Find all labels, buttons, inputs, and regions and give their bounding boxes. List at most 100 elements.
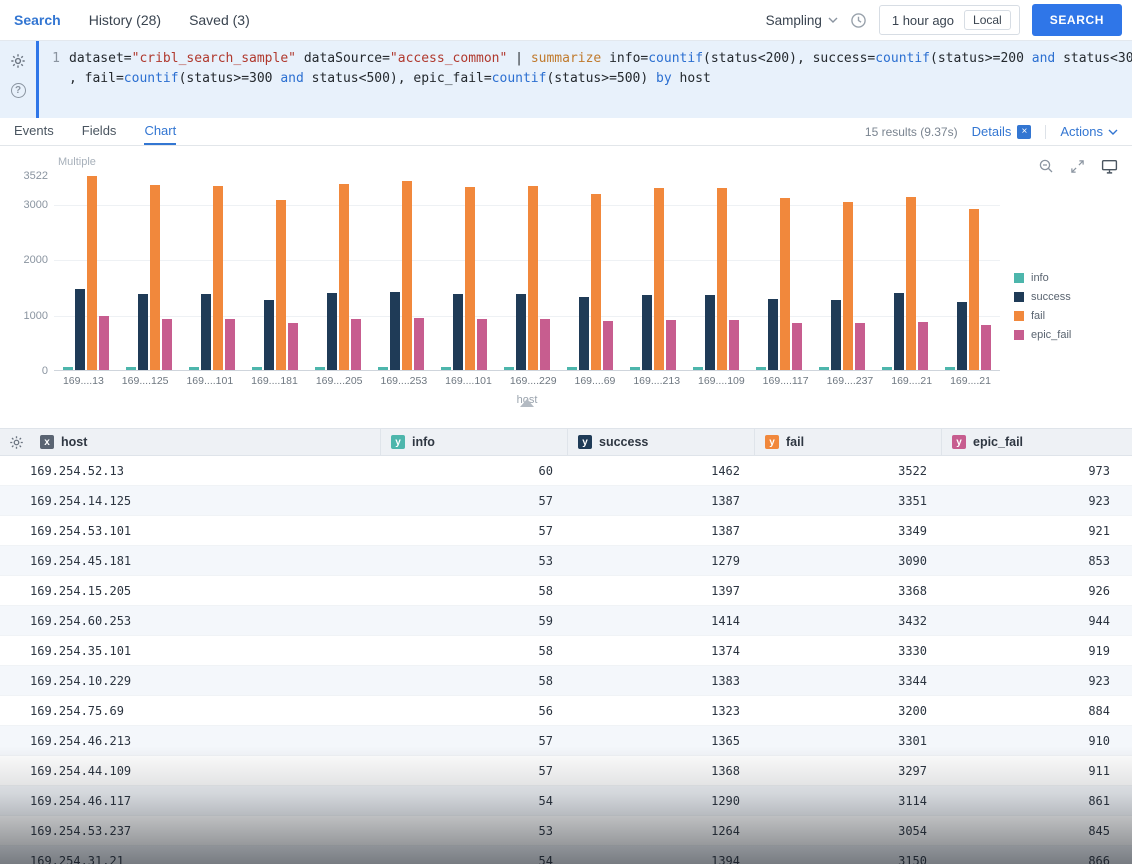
column-header-success[interactable]: ysuccess: [567, 429, 754, 455]
x-axis-label: 169....101: [186, 375, 233, 387]
bar-epic_fail[interactable]: [414, 318, 424, 370]
bar-epic_fail[interactable]: [603, 321, 613, 370]
column-header-epic_fail[interactable]: yepic_fail: [941, 429, 1132, 455]
display-settings-icon[interactable]: [1101, 159, 1118, 174]
tab-saved[interactable]: Saved (3): [189, 12, 250, 28]
tab-chart[interactable]: Chart: [144, 118, 176, 145]
legend-item-epic_fail[interactable]: epic_fail: [1014, 329, 1126, 341]
bar-info[interactable]: [126, 367, 136, 370]
bar-epic_fail[interactable]: [792, 323, 802, 370]
bar-info[interactable]: [189, 367, 199, 370]
help-icon[interactable]: ?: [11, 83, 26, 98]
bar-info[interactable]: [315, 367, 325, 370]
details-close-icon[interactable]: ×: [1017, 125, 1031, 139]
legend-item-success[interactable]: success: [1014, 291, 1126, 303]
bar-fail[interactable]: [969, 209, 979, 370]
details-toggle[interactable]: Details ×: [972, 124, 1032, 139]
value-cell: 57: [380, 494, 567, 508]
value-cell: 58: [380, 674, 567, 688]
bar-epic_fail[interactable]: [225, 319, 235, 370]
column-header-info[interactable]: yinfo: [380, 429, 567, 455]
tab-history[interactable]: History (28): [89, 12, 161, 28]
table-row: 169.254.75.695613233200884: [0, 696, 1132, 726]
bar-success[interactable]: [201, 294, 211, 370]
search-button[interactable]: SEARCH: [1032, 4, 1122, 36]
bar-fail[interactable]: [213, 186, 223, 370]
bar-fail[interactable]: [654, 188, 664, 370]
bar-epic_fail[interactable]: [729, 320, 739, 370]
bar-epic_fail[interactable]: [918, 322, 928, 370]
bar-epic_fail[interactable]: [540, 319, 550, 370]
timezone-toggle[interactable]: Local: [964, 10, 1011, 30]
table-header: xhostyinfoysuccessyfailyepic_fail: [0, 428, 1132, 456]
bar-success[interactable]: [138, 294, 148, 370]
bar-success[interactable]: [642, 295, 652, 370]
column-header-fail[interactable]: yfail: [754, 429, 941, 455]
bar-fail[interactable]: [906, 197, 916, 371]
bar-fail[interactable]: [528, 186, 538, 370]
bar-info[interactable]: [756, 367, 766, 370]
bar-info[interactable]: [882, 367, 892, 370]
legend-item-info[interactable]: info: [1014, 272, 1126, 284]
chart-resize-handle[interactable]: [520, 399, 534, 407]
bar-success[interactable]: [390, 292, 400, 370]
bar-fail[interactable]: [150, 185, 160, 370]
bar-info[interactable]: [252, 367, 262, 370]
bar-info[interactable]: [504, 367, 514, 370]
bar-epic_fail[interactable]: [288, 323, 298, 370]
code-token: (status>=300: [179, 71, 281, 86]
bar-fail[interactable]: [780, 198, 790, 370]
bar-info[interactable]: [819, 367, 829, 370]
legend-item-fail[interactable]: fail: [1014, 310, 1126, 322]
bar-epic_fail[interactable]: [855, 323, 865, 370]
bar-success[interactable]: [894, 293, 904, 370]
bar-epic_fail[interactable]: [981, 325, 991, 370]
tab-events[interactable]: Events: [14, 118, 54, 145]
legend-swatch: [1014, 311, 1024, 321]
table-row: 169.254.35.1015813743330919: [0, 636, 1132, 666]
bar-fail[interactable]: [717, 188, 727, 370]
tab-search[interactable]: Search: [14, 12, 61, 28]
bar-fail[interactable]: [339, 184, 349, 370]
x-axis-badge: x: [40, 435, 54, 449]
bar-success[interactable]: [75, 289, 85, 370]
bar-info[interactable]: [567, 367, 577, 370]
bar-success[interactable]: [453, 294, 463, 370]
time-range-picker[interactable]: 1 hour ago Local: [879, 5, 1020, 35]
bar-epic_fail[interactable]: [666, 320, 676, 370]
sampling-dropdown[interactable]: Sampling: [766, 13, 838, 28]
bar-success[interactable]: [516, 294, 526, 370]
bar-success[interactable]: [705, 295, 715, 370]
query-editor[interactable]: 1 dataset="cribl_search_sample" dataSour…: [36, 41, 1132, 118]
bar-info[interactable]: [378, 367, 388, 370]
details-label: Details: [972, 124, 1012, 139]
bar-fail[interactable]: [276, 200, 286, 370]
bar-info[interactable]: [693, 367, 703, 370]
bar-fail[interactable]: [402, 181, 412, 370]
bar-fail[interactable]: [591, 194, 601, 370]
tab-fields[interactable]: Fields: [82, 118, 117, 145]
zoom-out-icon[interactable]: [1038, 158, 1054, 174]
bar-fail[interactable]: [843, 202, 853, 370]
bar-success[interactable]: [264, 300, 274, 370]
bar-epic_fail[interactable]: [351, 319, 361, 370]
bar-fail[interactable]: [87, 176, 97, 370]
column-header-host[interactable]: xhost: [30, 429, 380, 455]
settings-gear-icon[interactable]: [10, 53, 26, 69]
bar-epic_fail[interactable]: [477, 319, 487, 370]
bar-success[interactable]: [327, 293, 337, 370]
bar-epic_fail[interactable]: [99, 316, 109, 370]
bar-success[interactable]: [768, 299, 778, 370]
bar-info[interactable]: [630, 367, 640, 370]
bar-epic_fail[interactable]: [162, 319, 172, 370]
bar-success[interactable]: [957, 302, 967, 370]
bar-info[interactable]: [63, 367, 73, 370]
table-settings-gear-icon[interactable]: [0, 435, 30, 450]
bar-fail[interactable]: [465, 187, 475, 370]
bar-info[interactable]: [945, 367, 955, 370]
bar-info[interactable]: [441, 367, 451, 370]
actions-dropdown[interactable]: Actions: [1060, 124, 1118, 139]
bar-success[interactable]: [831, 300, 841, 370]
bar-success[interactable]: [579, 297, 589, 370]
expand-icon[interactable]: [1070, 159, 1085, 174]
